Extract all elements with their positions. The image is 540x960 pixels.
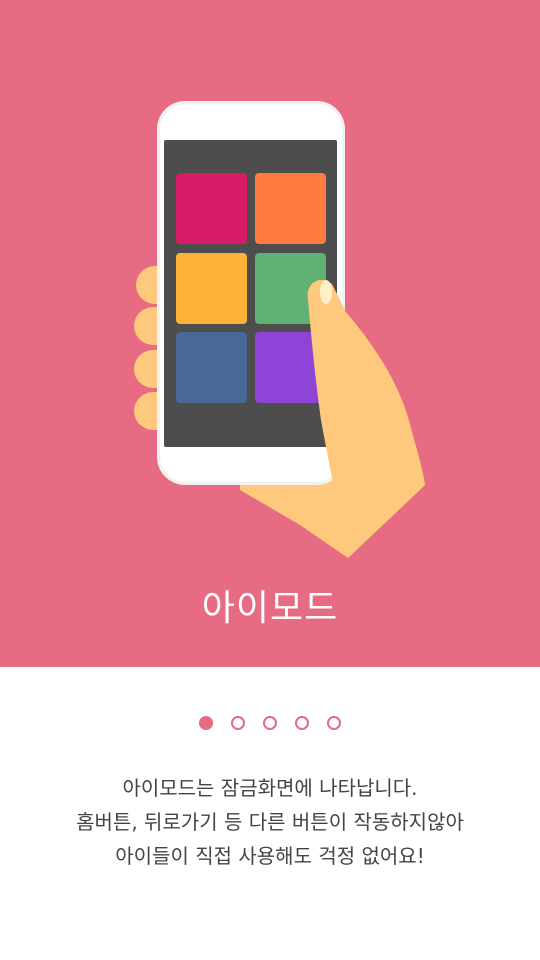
app-tile	[176, 253, 247, 324]
page-title: 아이모드	[201, 588, 339, 629]
description-line: 아이모드는 잠금화면에 나타납니다.	[122, 776, 418, 800]
description: 아이모드는 잠금화면에 나타납니다. 홈버튼, 뒤로가기 등 다른 버튼이 작동…	[0, 771, 540, 873]
page-indicator	[0, 716, 540, 732]
page-dot[interactable]	[263, 716, 277, 730]
app-tile	[176, 173, 247, 244]
app-tile	[176, 332, 247, 403]
page-dot[interactable]	[231, 716, 245, 730]
thumb-nail	[320, 280, 332, 304]
hero-panel: 아이모드	[0, 0, 540, 667]
hand-holding-phone-illustration	[134, 101, 425, 558]
page-dot[interactable]	[199, 716, 213, 730]
description-line: 홈버튼, 뒤로가기 등 다른 버튼이 작동하지않아	[76, 810, 464, 834]
description-line: 아이들이 직접 사용해도 걱정 없어요!	[115, 844, 425, 868]
app-tile	[255, 173, 326, 244]
onboarding-screen: 아이모드 아이모드는 잠금화면에 나타납니다. 홈버튼, 뒤로가기 등 다른 버…	[0, 0, 540, 960]
page-dot[interactable]	[295, 716, 309, 730]
page-dot[interactable]	[327, 716, 341, 730]
